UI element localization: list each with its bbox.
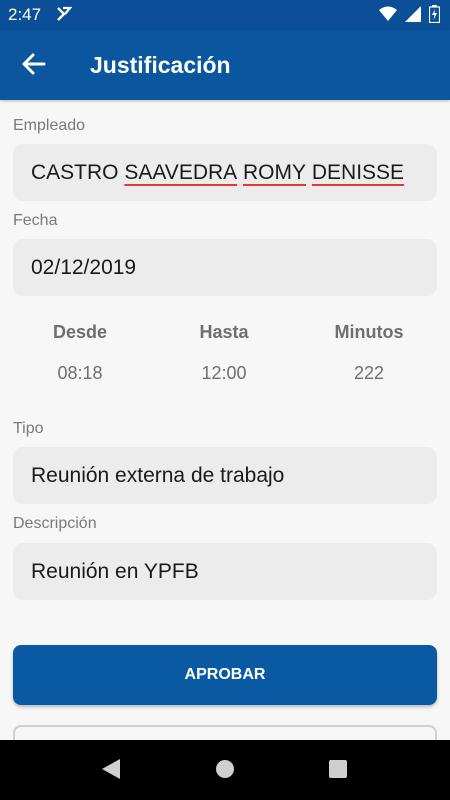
desde-value: 08:18 xyxy=(57,363,103,383)
fecha-label: Fecha xyxy=(13,212,58,229)
minutos-column: Minutos 222 xyxy=(309,322,429,384)
fecha-value: 02/12/2019 xyxy=(31,255,137,279)
empleado-field[interactable]: CASTRO SAAVEDRA ROMY DENISSE xyxy=(13,144,437,201)
minutos-label: Minutos xyxy=(334,322,404,342)
descripcion-value: Reunión en YPFB xyxy=(31,559,199,583)
tipo-label: Tipo xyxy=(13,420,44,437)
battery-icon xyxy=(429,5,440,23)
page-title: Justificación xyxy=(90,52,231,78)
navigation-bar xyxy=(0,740,450,800)
time-range: Desde 08:18 Hasta 12:00 Minutos 222 xyxy=(0,322,450,402)
tipo-value: Reunión externa de trabajo xyxy=(31,463,285,487)
descripcion-field[interactable]: Reunión en YPFB xyxy=(13,543,437,600)
desde-label: Desde xyxy=(52,322,108,342)
system-icons xyxy=(379,5,440,23)
empleado-value-word: DENISSE xyxy=(311,160,405,184)
back-nav-icon[interactable] xyxy=(101,758,121,785)
empleado-value-word: ROMY xyxy=(243,160,307,184)
wifi-icon xyxy=(379,6,397,21)
aprobar-button[interactable]: APROBAR xyxy=(13,645,437,705)
app-bar: Justificación xyxy=(0,30,450,100)
empleado-value-word: SAAVEDRA xyxy=(124,160,238,184)
descripcion-label: Descripción xyxy=(13,515,97,532)
home-nav-icon[interactable] xyxy=(215,758,235,785)
hasta-label: Hasta xyxy=(199,322,249,342)
fecha-field[interactable]: 02/12/2019 xyxy=(13,239,437,296)
minutos-value: 222 xyxy=(353,363,385,383)
signal-icon xyxy=(405,6,421,22)
app-notification-icon xyxy=(56,6,73,27)
empleado-label: Empleado xyxy=(13,117,86,134)
desde-column: Desde 08:18 xyxy=(20,322,140,384)
status-time: 2:47 xyxy=(8,5,42,24)
hasta-column: Hasta 12:00 xyxy=(164,322,284,384)
hasta-value: 12:00 xyxy=(201,363,247,383)
back-arrow-icon[interactable] xyxy=(20,50,52,80)
recents-nav-icon[interactable] xyxy=(328,758,348,785)
empleado-value-prefix: CASTRO xyxy=(31,160,125,184)
status-bar: 2:47 xyxy=(0,0,450,30)
tipo-field[interactable]: Reunión externa de trabajo xyxy=(13,447,437,504)
